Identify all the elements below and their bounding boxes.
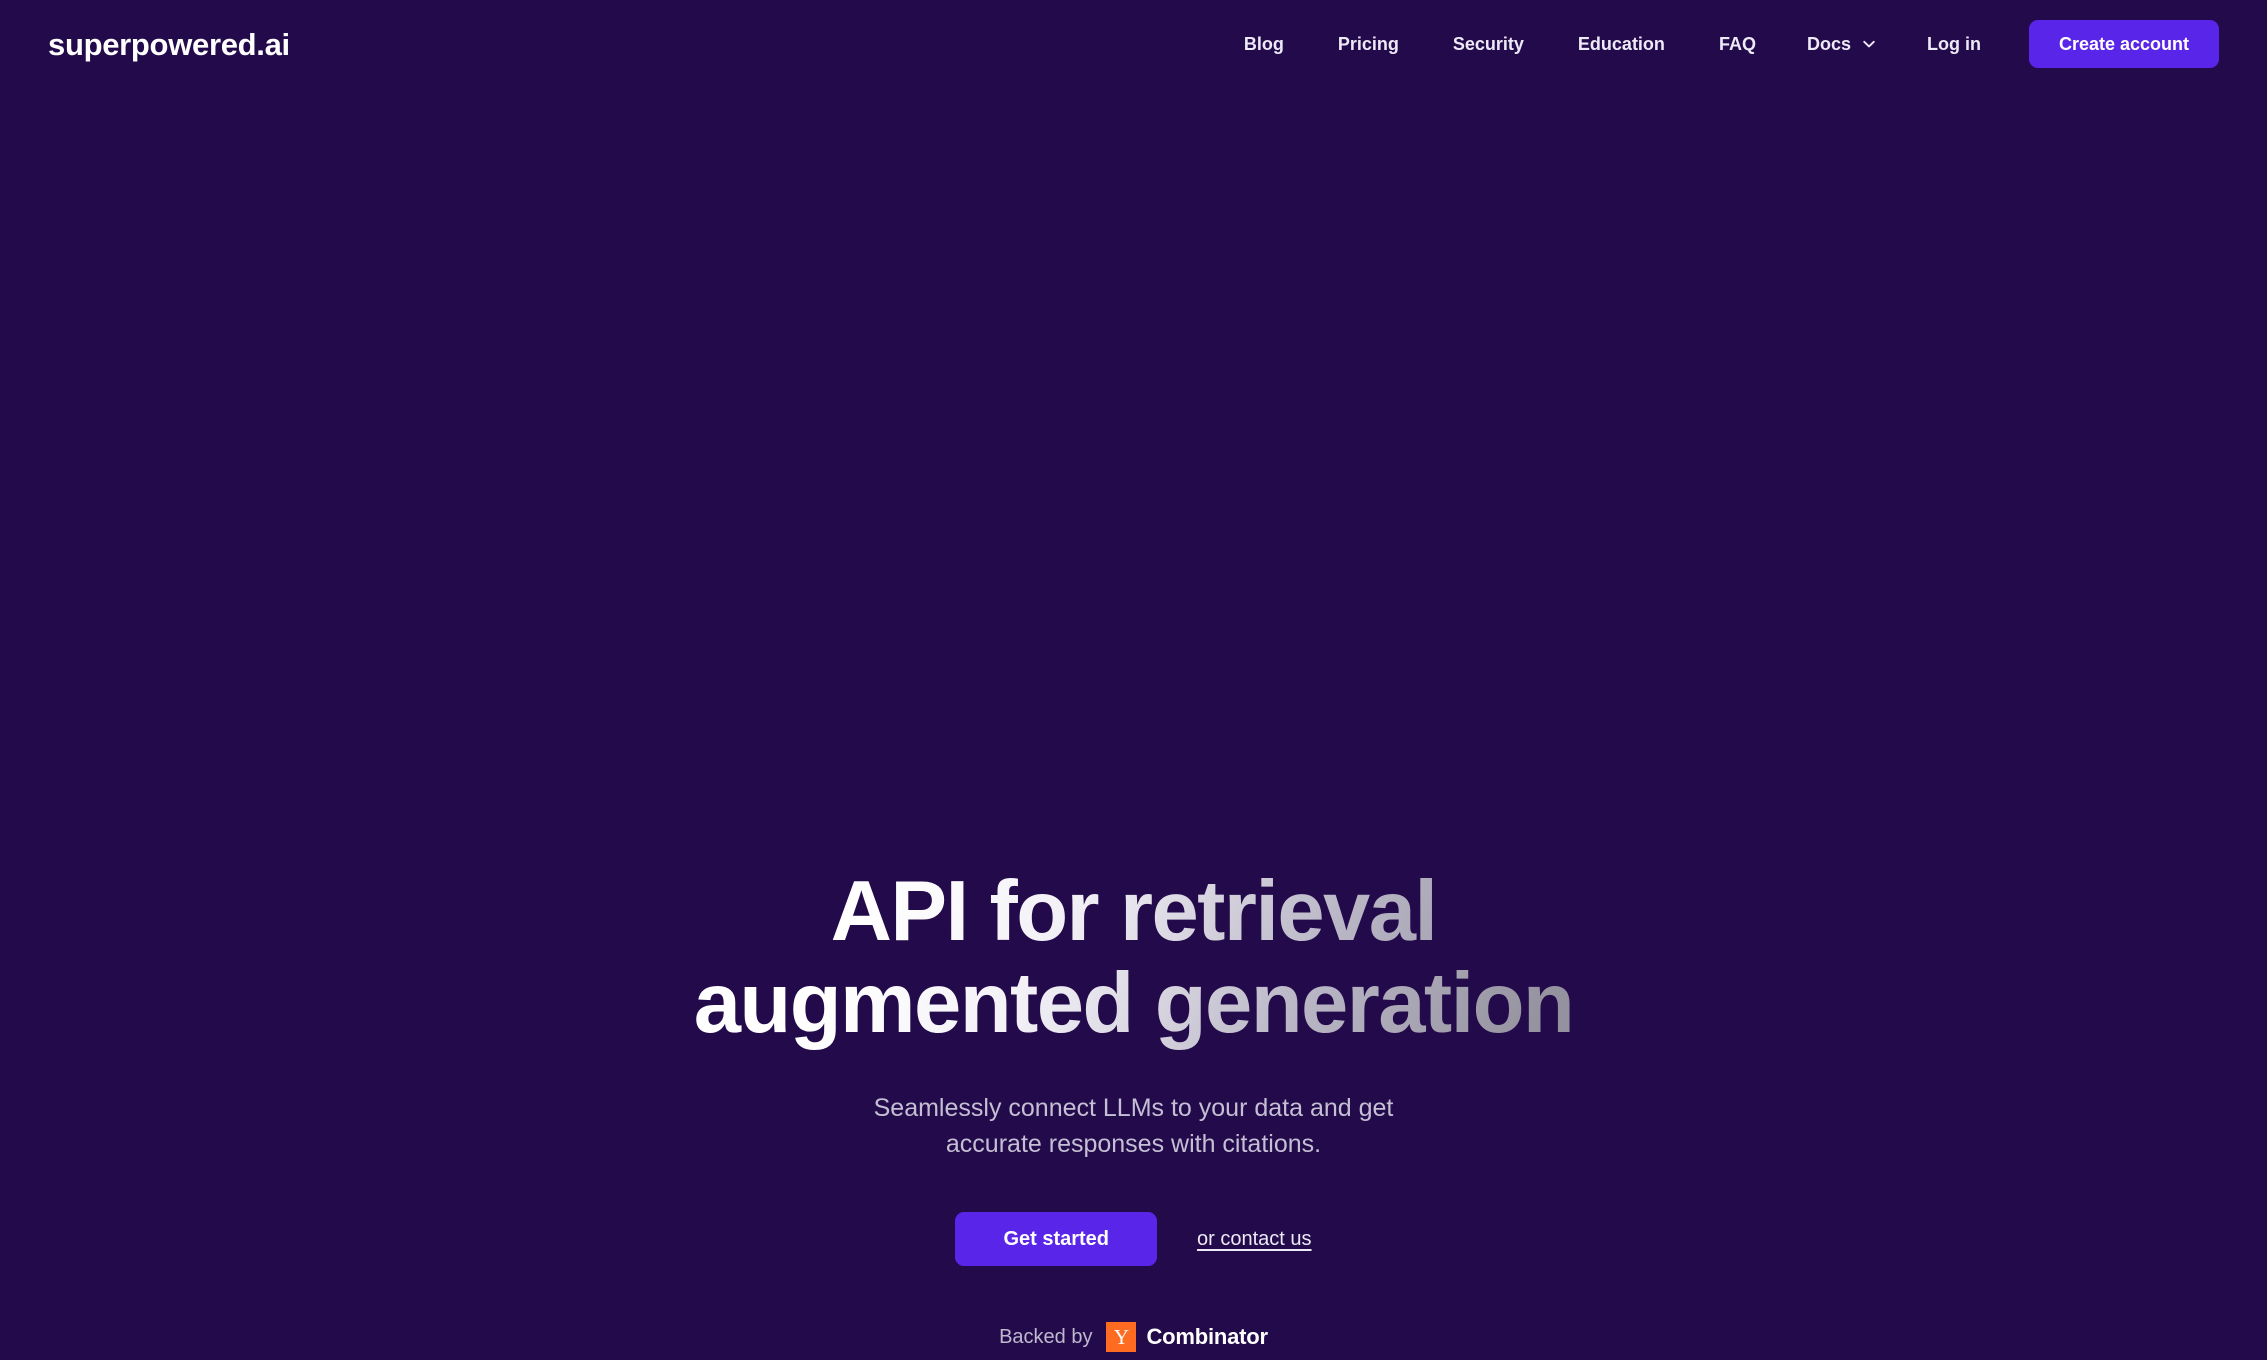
y-combinator-logo: Y Combinator	[1106, 1322, 1268, 1352]
hero-title: API for retrieval augmented generation	[654, 865, 1614, 1051]
get-started-button[interactable]: Get started	[955, 1212, 1158, 1266]
hero-content: API for retrieval augmented generation S…	[634, 865, 1634, 1360]
backed-by-label: Backed by	[999, 1326, 1093, 1348]
hero-section: API for retrieval augmented generation S…	[0, 0, 2267, 1360]
y-combinator-wordmark: Combinator	[1146, 1324, 1268, 1349]
contact-us-link[interactable]: or contact us	[1197, 1229, 1312, 1249]
landing-page: superpowered.ai Blog Pricing Security Ed…	[0, 0, 2267, 1360]
hero-cta-group: Get started or contact us	[955, 1212, 1312, 1266]
hero-subtitle: Seamlessly connect LLMs to your data and…	[873, 1094, 1394, 1158]
backed-by-badge: Backed by Y Combinator	[999, 1322, 1268, 1352]
y-combinator-mark-icon: Y	[1106, 1322, 1137, 1352]
